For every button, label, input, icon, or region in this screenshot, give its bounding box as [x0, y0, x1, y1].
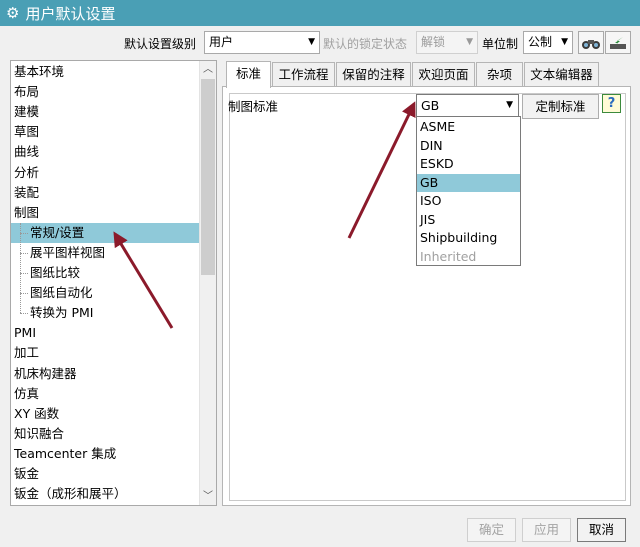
tab-welcome-page[interactable]: 欢迎页面	[412, 62, 475, 87]
tab-text-editor[interactable]: 文本编辑器	[524, 62, 599, 87]
tree-connector	[20, 313, 28, 315]
tree-item[interactable]: 加工	[11, 343, 200, 363]
unit-select[interactable]: 公制 ▼	[523, 31, 573, 54]
tree-connector	[20, 232, 28, 234]
tree-item[interactable]: 分析	[11, 163, 200, 183]
binoculars-button[interactable]	[578, 31, 604, 54]
tree-item[interactable]: 草图	[11, 122, 200, 142]
tree-item[interactable]: 钣金（成形和展平）	[11, 484, 200, 504]
tree-item[interactable]: 知识融合	[11, 424, 200, 444]
chevron-down-icon: ▼	[466, 37, 473, 47]
standard-option[interactable]: DIN	[417, 137, 520, 156]
tree-connector	[20, 293, 28, 295]
tree-child-item[interactable]: 常规/设置	[11, 222, 200, 243]
tree-child-item[interactable]: 图纸比较	[11, 263, 200, 283]
tree-child-item[interactable]: 图纸自动化	[11, 283, 200, 303]
ok-button[interactable]: 确定	[467, 518, 516, 542]
tree-item[interactable]: PMI	[11, 323, 200, 343]
lock-value: 解锁	[421, 35, 446, 49]
level-label: 默认设置级别	[124, 37, 197, 51]
tree-scrollbar[interactable]: ︿ ﹀	[199, 61, 216, 505]
tree-connector	[20, 252, 28, 254]
tab-workflow[interactable]: 工作流程	[272, 62, 335, 87]
scroll-up-icon[interactable]: ︿	[200, 61, 216, 78]
tree-item[interactable]: Teamcenter 集成	[11, 444, 200, 464]
drafting-standard-value: GB	[421, 98, 440, 113]
chevron-down-icon: ▼	[561, 37, 568, 47]
tab-standard[interactable]: 标准	[226, 61, 271, 88]
tree-item[interactable]: 曲线	[11, 142, 200, 162]
binoculars-icon	[582, 39, 600, 49]
tree-item[interactable]: 装配	[11, 183, 200, 203]
title-bar: ⚙ 用户默认设置	[0, 0, 640, 26]
scrollbar-thumb[interactable]	[201, 79, 215, 275]
tree-item[interactable]: XY 函数	[11, 404, 200, 424]
help-icon[interactable]: ?	[602, 94, 621, 113]
tree-child-item[interactable]: 转换为 PMI	[11, 303, 200, 323]
tree-connector	[20, 222, 21, 314]
tab-retained-annotations[interactable]: 保留的注释	[336, 62, 411, 87]
tree-item[interactable]: 机床构建器	[11, 364, 200, 384]
tree-connector	[20, 273, 28, 274]
cancel-button[interactable]: 取消	[577, 518, 626, 542]
scroll-down-icon[interactable]: ﹀	[200, 488, 216, 505]
lock-label: 默认的锁定状态	[323, 37, 408, 51]
chevron-down-icon: ▼	[308, 37, 315, 47]
import-settings-button[interactable]	[605, 31, 631, 54]
window-title: 用户默认设置	[25, 4, 116, 23]
standard-option[interactable]: Shipbuilding	[417, 229, 520, 248]
customize-standard-button[interactable]: 定制标准	[522, 94, 599, 119]
import-arrow-icon	[610, 36, 626, 49]
gear-icon: ⚙	[6, 4, 20, 22]
tree-item[interactable]: 基本环境	[11, 62, 200, 82]
apply-button[interactable]: 应用	[522, 518, 571, 542]
toolbar: 默认设置级别 用户 ▼ 默认的锁定状态 解锁 ▼ 单位制 公制 ▼	[0, 31, 640, 55]
chevron-down-icon: ▼	[506, 100, 513, 110]
tree-item[interactable]: 仿真	[11, 384, 200, 404]
standard-option[interactable]: ASME	[417, 118, 520, 137]
level-value: 用户	[209, 35, 234, 49]
tree-item[interactable]: 布局	[11, 82, 200, 102]
category-tree[interactable]: 基本环境 布局 建模 草图 曲线 分析 装配 制图 常规/设置 展平图样视图 图纸比较 图纸自动化 转换…	[10, 60, 217, 506]
tree-item[interactable]: 钣金	[11, 464, 200, 484]
standard-option[interactable]: JIS	[417, 211, 520, 230]
drafting-standard-label: 制图标准	[228, 99, 279, 114]
unit-value: 公制	[528, 35, 553, 49]
standard-option[interactable]: ESKD	[417, 155, 520, 174]
tab-misc[interactable]: 杂项	[476, 62, 523, 87]
unit-label: 单位制	[482, 37, 519, 51]
tree-item[interactable]: 制图	[11, 203, 200, 223]
level-select[interactable]: 用户 ▼	[204, 31, 320, 54]
tree-child-item[interactable]: 展平图样视图	[11, 243, 200, 263]
standard-dropdown-list[interactable]: ASME DIN ESKD GB ISO JIS Shipbuilding Inherited	[416, 116, 521, 266]
tree-item[interactable]: 建模	[11, 102, 200, 122]
lock-select[interactable]: 解锁 ▼	[416, 31, 478, 54]
standard-option: Inherited	[420, 248, 477, 264]
standard-option[interactable]: ISO	[417, 192, 520, 211]
drafting-standard-select[interactable]: GB ▼	[416, 94, 519, 117]
standard-option[interactable]: GB	[417, 173, 520, 192]
